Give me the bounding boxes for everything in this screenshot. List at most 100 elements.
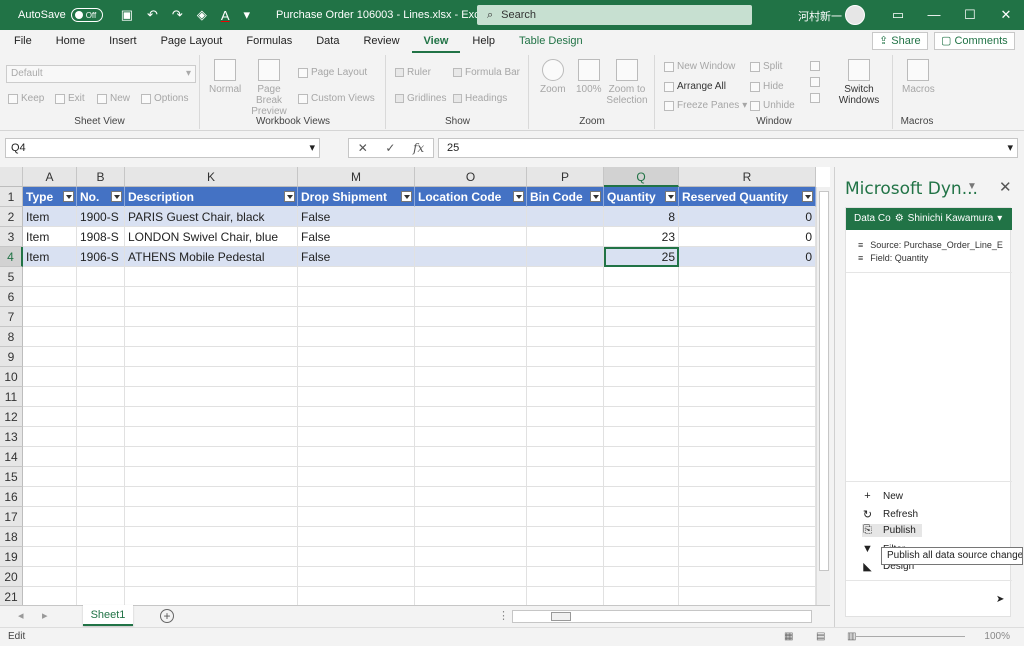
table-cell[interactable]: False — [298, 207, 415, 227]
empty-cell[interactable] — [604, 507, 679, 527]
tab-insert[interactable]: Insert — [97, 30, 149, 53]
empty-cell[interactable] — [125, 527, 298, 547]
enter-icon[interactable]: ✓ — [385, 141, 395, 155]
filter-dropdown-icon[interactable] — [590, 191, 601, 202]
minimize-icon[interactable]: — — [916, 0, 952, 30]
empty-cell[interactable] — [527, 567, 604, 587]
column-header-q[interactable]: Q — [604, 167, 679, 187]
row-header[interactable]: 4 — [0, 247, 23, 267]
empty-cell[interactable] — [527, 547, 604, 567]
empty-cell[interactable] — [298, 407, 415, 427]
tab-split-handle-icon[interactable]: ⋮ — [498, 609, 509, 622]
filter-dropdown-icon[interactable] — [401, 191, 412, 202]
table-header-cell[interactable]: No. — [77, 187, 125, 207]
empty-cell[interactable] — [415, 547, 527, 567]
empty-cell[interactable] — [527, 267, 604, 287]
empty-cell[interactable] — [77, 447, 125, 467]
empty-cell[interactable] — [604, 407, 679, 427]
sync-scroll-icon[interactable] — [810, 77, 820, 87]
empty-cell[interactable] — [125, 567, 298, 587]
filter-dropdown-icon[interactable] — [111, 191, 122, 202]
pane-options-icon[interactable]: ▼ — [967, 181, 977, 192]
select-all-corner[interactable] — [0, 167, 23, 187]
empty-cell[interactable] — [415, 367, 527, 387]
row-header[interactable]: 18 — [0, 527, 23, 547]
page-break-preview-button[interactable]: Page Break Preview — [245, 59, 293, 117]
side-by-side-icon[interactable] — [810, 61, 820, 71]
empty-cell[interactable] — [125, 507, 298, 527]
empty-cell[interactable] — [125, 327, 298, 347]
empty-cell[interactable] — [77, 547, 125, 567]
empty-cell[interactable] — [415, 347, 527, 367]
empty-cell[interactable] — [679, 347, 816, 367]
freeze-panes-button[interactable]: Freeze Panes ▾ — [664, 100, 747, 111]
row-header[interactable]: 2 — [0, 207, 23, 227]
empty-cell[interactable] — [23, 567, 77, 587]
filter-dropdown-icon[interactable] — [802, 191, 813, 202]
comments-button[interactable]: ▢ Comments — [934, 32, 1015, 50]
empty-cell[interactable] — [125, 387, 298, 407]
table-cell[interactable] — [527, 247, 604, 267]
empty-cell[interactable] — [604, 327, 679, 347]
sheet-view-combo[interactable]: Default ▾ — [6, 65, 196, 83]
empty-cell[interactable] — [679, 587, 816, 605]
vertical-scroll-thumb[interactable] — [819, 191, 829, 571]
gridlines-checkbox[interactable]: Gridlines — [395, 93, 446, 104]
filter-dropdown-icon[interactable] — [665, 191, 676, 202]
empty-cell[interactable] — [679, 327, 816, 347]
formula-input[interactable]: 25 ▾ — [438, 138, 1018, 158]
empty-cell[interactable] — [679, 367, 816, 387]
empty-cell[interactable] — [77, 487, 125, 507]
keep-button[interactable]: Keep — [8, 93, 44, 104]
custom-views-button[interactable]: Custom Views — [298, 93, 375, 104]
empty-cell[interactable] — [604, 567, 679, 587]
empty-cell[interactable] — [77, 407, 125, 427]
empty-cell[interactable] — [527, 527, 604, 547]
exit-button[interactable]: Exit — [55, 93, 85, 104]
empty-cell[interactable] — [125, 307, 298, 327]
column-header-o[interactable]: O — [415, 167, 527, 187]
macros-button[interactable]: Macros — [902, 59, 935, 95]
empty-cell[interactable] — [415, 447, 527, 467]
table-header-cell[interactable]: Reserved Quantity — [679, 187, 816, 207]
row-header[interactable]: 10 — [0, 367, 23, 387]
empty-cell[interactable] — [23, 287, 77, 307]
row-header[interactable]: 3 — [0, 227, 23, 247]
empty-cell[interactable] — [125, 347, 298, 367]
save-icon[interactable]: ▣ — [121, 7, 133, 23]
split-button[interactable]: Split — [750, 61, 782, 72]
empty-cell[interactable] — [679, 407, 816, 427]
table-cell[interactable]: 8 — [604, 207, 679, 227]
empty-cell[interactable] — [679, 507, 816, 527]
page-break-view-icon[interactable]: ▥ — [847, 628, 856, 646]
empty-cell[interactable] — [23, 447, 77, 467]
empty-cell[interactable] — [125, 267, 298, 287]
empty-cell[interactable] — [298, 447, 415, 467]
name-box[interactable]: Q4 ▾ — [5, 138, 320, 158]
empty-cell[interactable] — [679, 307, 816, 327]
sheet-tab-sheet1[interactable]: Sheet1 — [83, 605, 133, 626]
empty-cell[interactable] — [604, 267, 679, 287]
row-header[interactable]: 13 — [0, 427, 23, 447]
new-window-button[interactable]: New Window — [664, 61, 735, 72]
table-header-cell[interactable]: Bin Code — [527, 187, 604, 207]
cancel-icon[interactable]: ✕ — [358, 141, 368, 155]
close-icon[interactable]: ✕ — [999, 178, 1012, 196]
table-cell[interactable]: False — [298, 247, 415, 267]
table-cell[interactable] — [415, 207, 527, 227]
table-cell[interactable]: 1908-S — [77, 227, 125, 247]
switch-windows-button[interactable]: Switch Windows — [832, 59, 886, 106]
undo-icon[interactable]: ↶ — [147, 7, 158, 23]
new-action[interactable]: + New — [862, 490, 903, 502]
column-header-r[interactable]: R — [679, 167, 816, 187]
empty-cell[interactable] — [77, 367, 125, 387]
filter-dropdown-icon[interactable] — [63, 191, 74, 202]
refresh-action[interactable]: ↻ Refresh — [862, 508, 918, 521]
empty-cell[interactable] — [527, 347, 604, 367]
empty-cell[interactable] — [604, 387, 679, 407]
table-cell[interactable]: 25 — [604, 247, 679, 267]
empty-cell[interactable] — [23, 267, 77, 287]
empty-cell[interactable] — [527, 487, 604, 507]
normal-view-button[interactable]: Normal — [209, 59, 241, 95]
row-header[interactable]: 11 — [0, 387, 23, 407]
